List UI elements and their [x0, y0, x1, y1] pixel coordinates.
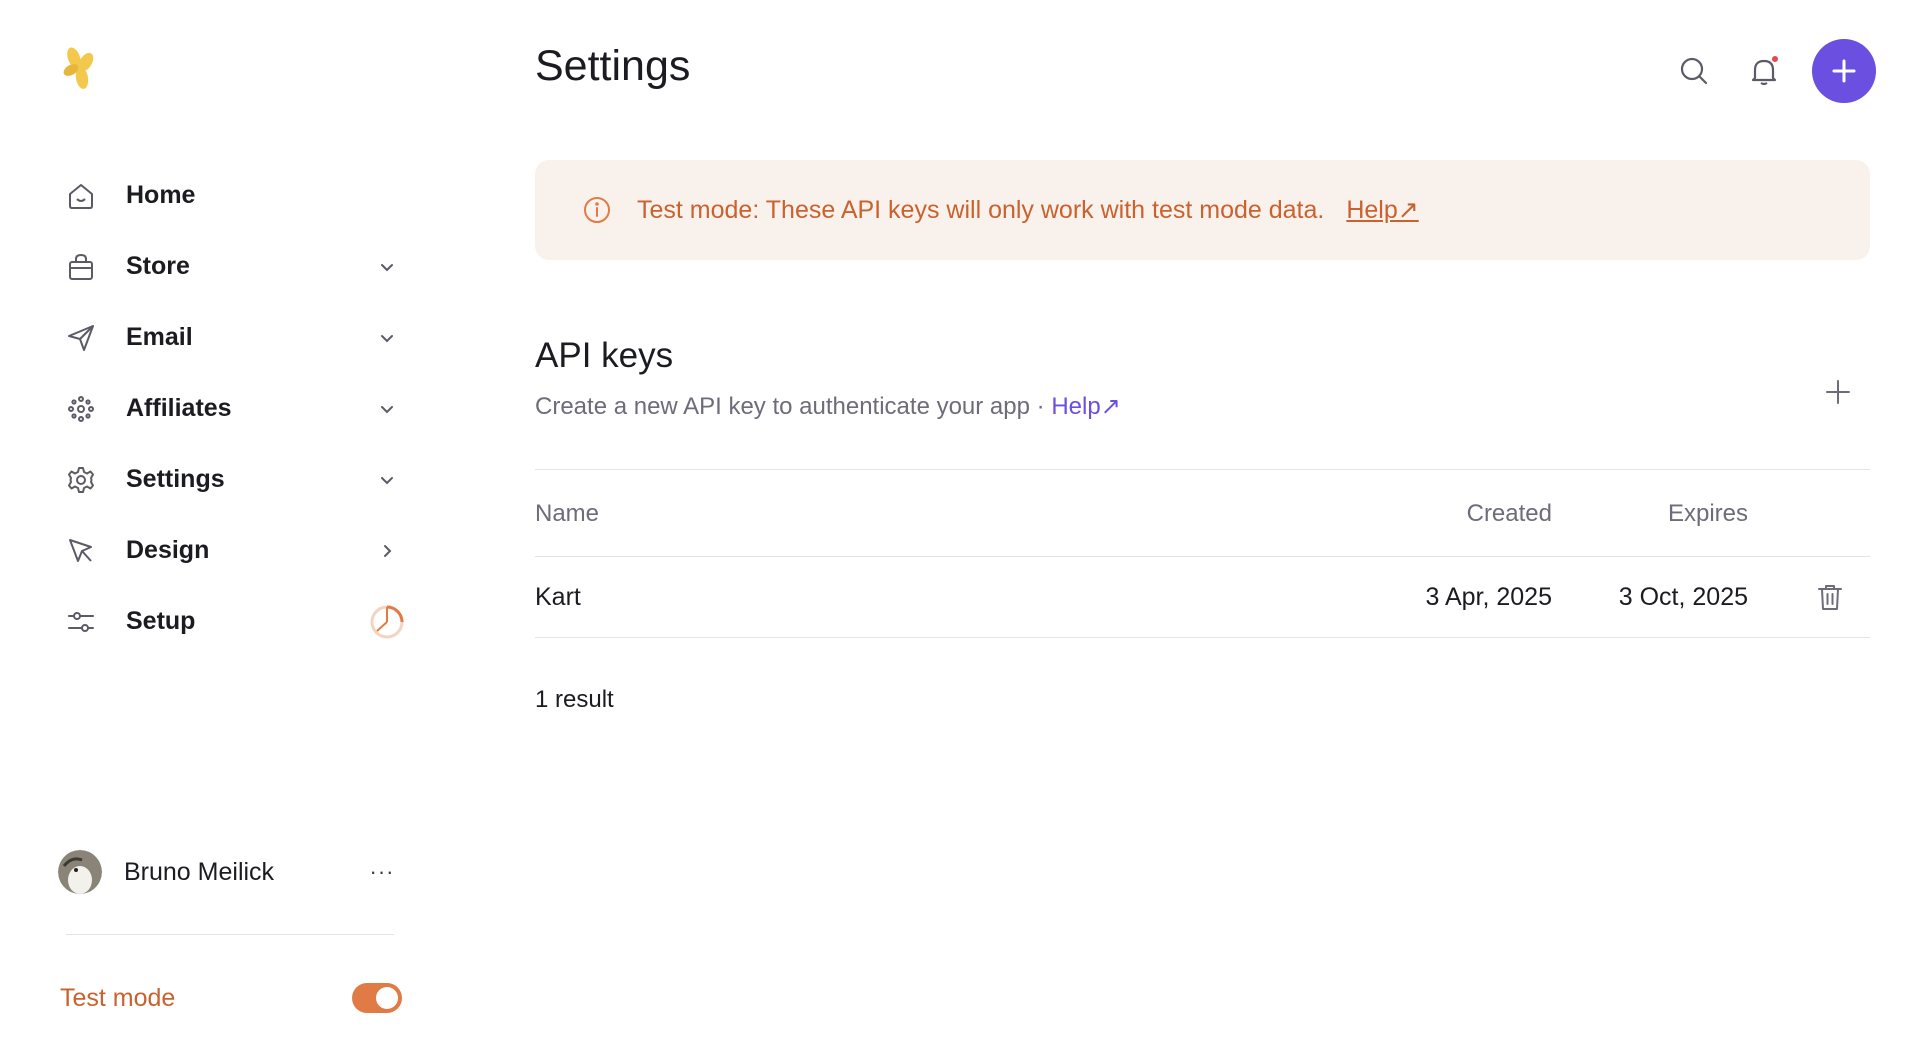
test-mode-banner: Test mode: These API keys will only work… [535, 160, 1870, 260]
sidebar-item-label: Store [126, 252, 190, 280]
section-title: API keys [535, 336, 674, 375]
chevron-down-icon[interactable] [372, 465, 402, 495]
sidebar: Home Store Email Affiliates Settings Des… [0, 0, 420, 1053]
send-icon [64, 321, 98, 355]
home-icon [64, 179, 98, 213]
test-mode-toggle[interactable] [352, 983, 402, 1013]
divider [66, 934, 394, 935]
sidebar-item-label: Email [126, 323, 193, 351]
search-icon[interactable] [1672, 49, 1716, 93]
sidebar-item-label: Home [126, 181, 196, 209]
sidebar-item-label: Design [126, 536, 210, 564]
banner-text: Test mode: These API keys will only work… [637, 195, 1325, 224]
test-mode-label: Test mode [60, 983, 176, 1012]
create-new-button[interactable] [1812, 39, 1876, 103]
plus-icon [1832, 59, 1856, 83]
info-icon [581, 194, 613, 226]
chevron-down-icon[interactable] [372, 252, 402, 282]
chevron-down-icon[interactable] [372, 323, 402, 353]
notification-dot [1770, 54, 1780, 64]
flower-logo-icon[interactable] [62, 46, 102, 94]
add-api-key-button[interactable] [1816, 370, 1860, 414]
result-count: 1 result [535, 686, 614, 713]
main-content: Settings Test mode: These API keys will … [535, 0, 1876, 1053]
cursor-icon [64, 534, 98, 568]
affiliates-icon [64, 392, 98, 426]
bag-icon [64, 250, 98, 284]
sidebar-item-affiliates[interactable]: Affiliates [60, 373, 402, 444]
sidebar-nav: Home Store Email Affiliates Settings Des… [60, 160, 404, 657]
column-header-created[interactable]: Created [1467, 500, 1552, 528]
sidebar-item-email[interactable]: Email [60, 302, 402, 373]
sidebar-item-label: Settings [126, 465, 225, 493]
section-help-link[interactable]: Help↗ [1051, 393, 1120, 420]
app-root: Home Store Email Affiliates Settings Des… [0, 0, 1920, 1053]
gear-icon [64, 463, 98, 497]
sidebar-item-settings[interactable]: Settings [60, 444, 402, 515]
sidebar-item-label: Affiliates [126, 394, 232, 422]
trash-icon[interactable] [1810, 577, 1850, 617]
top-actions [1672, 38, 1876, 104]
chevron-right-icon[interactable] [372, 536, 402, 566]
cell-name: Kart [535, 583, 581, 611]
test-mode-row: Test mode [60, 980, 402, 1016]
table-header: Name Created Expires [535, 470, 1870, 556]
page-title: Settings [535, 42, 691, 90]
progress-ring-icon [368, 603, 406, 641]
cell-expires: 3 Oct, 2025 [1618, 583, 1748, 611]
column-header-name[interactable]: Name [535, 500, 599, 528]
user-profile[interactable]: Bruno Meilick ··· [58, 848, 402, 896]
api-keys-table: Name Created Expires Kart 3 Apr, 2025 3 … [535, 469, 1870, 638]
cell-created: 3 Apr, 2025 [1425, 583, 1552, 611]
more-options-icon[interactable]: ··· [362, 857, 402, 887]
plus-icon [1826, 380, 1850, 404]
user-name: Bruno Meilick [124, 857, 275, 886]
bell-icon[interactable] [1742, 49, 1786, 93]
toggle-knob [376, 987, 398, 1009]
column-header-expires[interactable]: Expires [1668, 500, 1748, 528]
sidebar-item-store[interactable]: Store [60, 231, 402, 302]
sidebar-item-label: Setup [126, 607, 196, 635]
section-description-text: Create a new API key to authenticate you… [535, 393, 1052, 420]
chevron-down-icon[interactable] [372, 394, 402, 424]
sidebar-item-home[interactable]: Home [60, 160, 402, 231]
banner-help-link[interactable]: Help↗ [1346, 195, 1418, 225]
avatar[interactable] [58, 850, 102, 894]
sliders-icon [64, 605, 98, 639]
sidebar-item-setup[interactable]: Setup [60, 586, 404, 657]
section-description: Create a new API key to authenticate you… [535, 392, 1121, 421]
table-row[interactable]: Kart 3 Apr, 2025 3 Oct, 2025 [535, 557, 1870, 637]
sidebar-item-design[interactable]: Design [60, 515, 402, 586]
table-divider [535, 637, 1870, 638]
